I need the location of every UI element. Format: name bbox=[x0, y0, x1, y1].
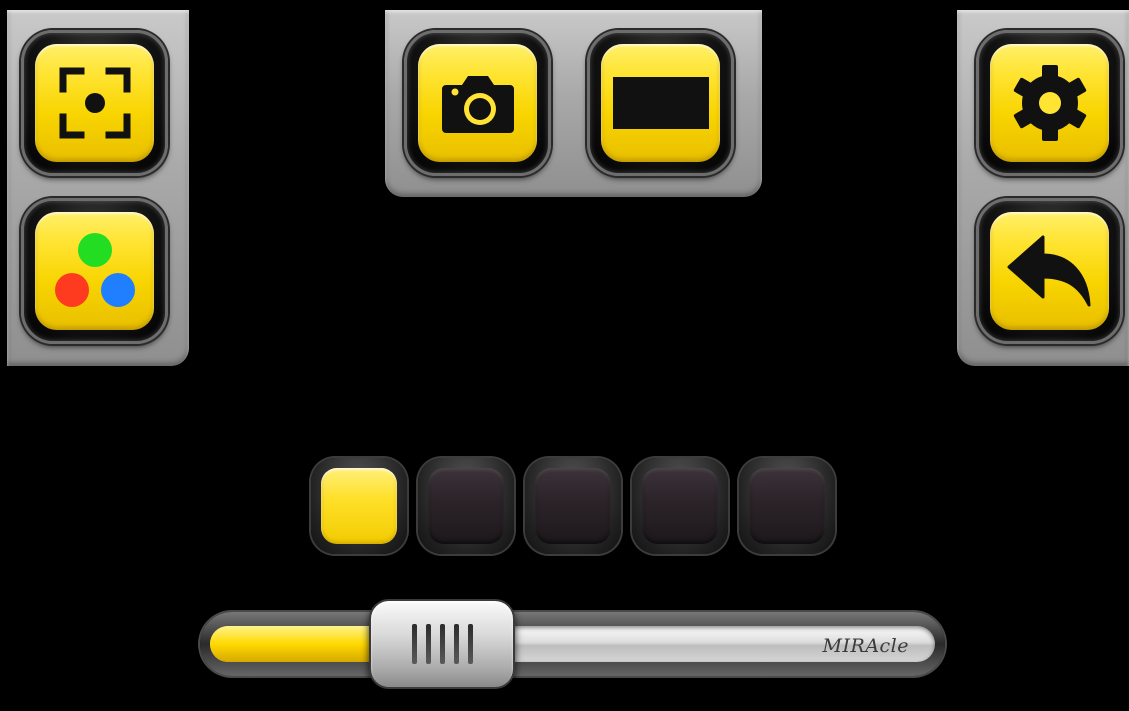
level-pad bbox=[428, 468, 504, 544]
level-button-2[interactable] bbox=[418, 458, 514, 554]
focus-button[interactable] bbox=[21, 30, 168, 176]
red-dot bbox=[54, 273, 89, 307]
gear-icon bbox=[1013, 65, 1086, 141]
display-mode-button[interactable] bbox=[587, 30, 734, 176]
camera-icon bbox=[441, 76, 514, 133]
slider-groove: MIRAcle bbox=[210, 626, 935, 662]
green-dot bbox=[77, 233, 112, 267]
settings-button[interactable] bbox=[976, 30, 1123, 176]
grip-line bbox=[411, 624, 417, 664]
level-pad bbox=[642, 468, 718, 544]
level-pad bbox=[321, 468, 397, 544]
level-pad bbox=[535, 468, 611, 544]
brand-label: MIRAcle bbox=[822, 635, 909, 657]
level-button-3[interactable] bbox=[525, 458, 621, 554]
grip-line bbox=[439, 624, 445, 664]
back-arrow-icon bbox=[1007, 235, 1090, 307]
level-button-1[interactable] bbox=[311, 458, 407, 554]
focus-target-icon bbox=[59, 67, 130, 139]
grip-line bbox=[425, 624, 431, 664]
back-button[interactable] bbox=[976, 198, 1123, 344]
color-dots-icon bbox=[54, 233, 135, 307]
grip-line bbox=[453, 624, 459, 664]
slider-thumb[interactable] bbox=[369, 599, 515, 689]
slider-track[interactable]: MIRAcle bbox=[200, 612, 945, 676]
level-button-5[interactable] bbox=[739, 458, 835, 554]
level-button-4[interactable] bbox=[632, 458, 728, 554]
blue-dot bbox=[100, 273, 135, 307]
camera-button[interactable] bbox=[404, 30, 551, 176]
black-bar-icon bbox=[612, 77, 709, 129]
color-mode-button[interactable] bbox=[21, 198, 168, 344]
grip-line bbox=[467, 624, 473, 664]
level-pad bbox=[749, 468, 825, 544]
